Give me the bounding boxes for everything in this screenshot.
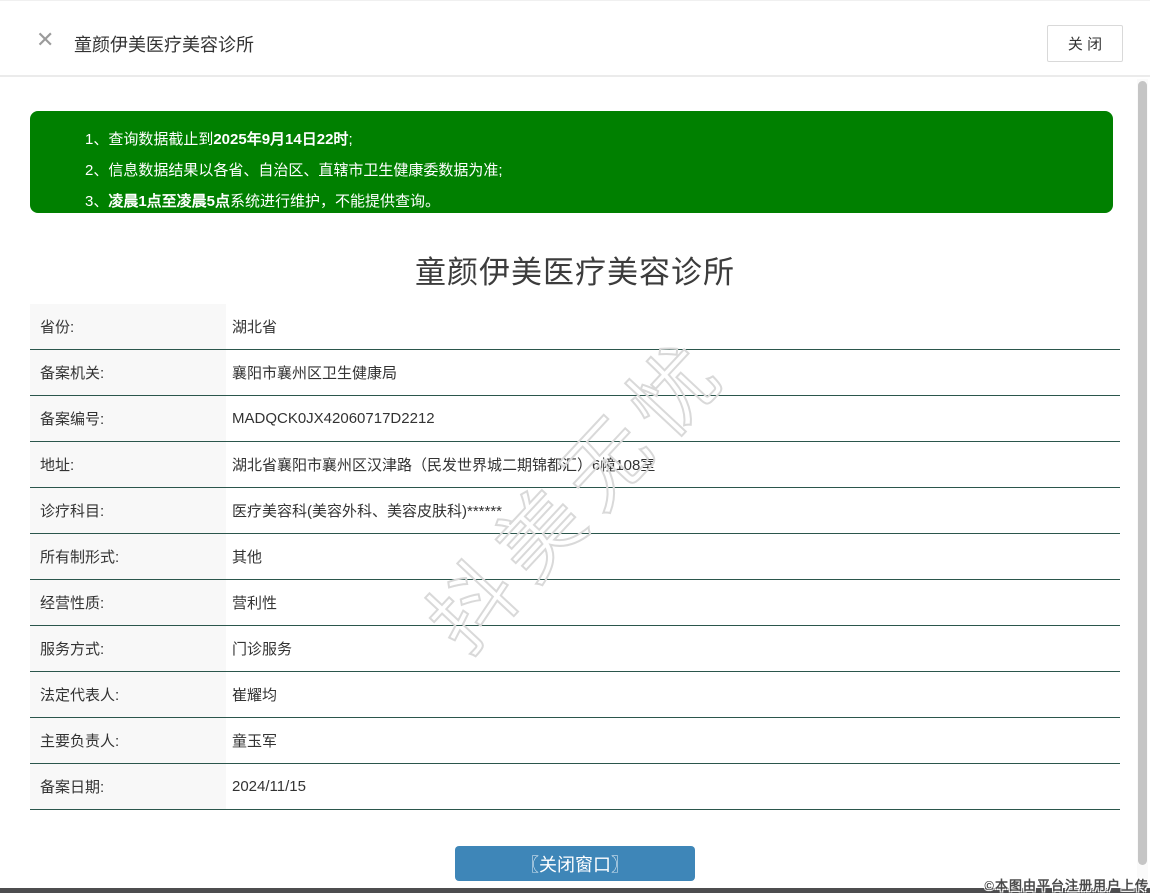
table-row: 省份: 湖北省 (30, 304, 1120, 350)
scrollbar-thumb[interactable] (1138, 81, 1147, 865)
row-label: 地址: (30, 442, 226, 487)
table-row: 备案编号: MADQCK0JX42060717D2212 (30, 396, 1120, 442)
page: ✕ 童颜伊美医疗美容诊所 关 闭 1、查询数据截止到2025年9月14日22时;… (0, 0, 1150, 895)
scrollbar[interactable] (1137, 79, 1148, 889)
table-row: 备案日期: 2024/11/15 (30, 764, 1120, 810)
row-value: 其他 (226, 534, 1120, 579)
table-row: 法定代表人: 崔耀均 (30, 672, 1120, 718)
row-value: 湖北省 (226, 304, 1120, 349)
table-row: 诊疗科目: 医疗美容科(美容外科、美容皮肤科)****** (30, 488, 1120, 534)
header-title: 童颜伊美医疗美容诊所 (74, 31, 254, 57)
page-title: 童颜伊美医疗美容诊所 (0, 247, 1150, 292)
row-value: 医疗美容科(美容外科、美容皮肤科)****** (226, 488, 1120, 533)
row-label: 经营性质: (30, 580, 226, 625)
notice-bold: 2025年9月14日22时 (213, 131, 348, 148)
notice-box: 1、查询数据截止到2025年9月14日22时; 2、信息数据结果以各省、自治区、… (30, 111, 1113, 213)
table-row: 经营性质: 营利性 (30, 580, 1120, 626)
close-icon[interactable]: ✕ (36, 29, 54, 51)
row-value: 童玉军 (226, 718, 1120, 763)
row-value: 2024/11/15 (226, 764, 1120, 809)
close-window-button[interactable]: 〖关闭窗口〗 (455, 846, 695, 881)
table-row: 主要负责人: 童玉军 (30, 718, 1120, 764)
notice-line: 1、查询数据截止到2025年9月14日22时; (85, 124, 1093, 155)
notice-line: 2、信息数据结果以各省、自治区、直辖市卫生健康委数据为准; (85, 155, 1093, 186)
copyright-watermark: ©本图由平台注册用户上传 (984, 875, 1149, 894)
table-row: 服务方式: 门诊服务 (30, 626, 1120, 672)
header: ✕ 童颜伊美医疗美容诊所 关 闭 (0, 1, 1150, 77)
row-label: 备案机关: (30, 350, 226, 395)
row-label: 服务方式: (30, 626, 226, 671)
row-label: 所有制形式: (30, 534, 226, 579)
table-row: 所有制形式: 其他 (30, 534, 1120, 580)
row-value: 营利性 (226, 580, 1120, 625)
notice-text: 3、 (85, 193, 108, 210)
notice-text: ; (348, 131, 352, 148)
table-row: 备案机关: 襄阳市襄州区卫生健康局 (30, 350, 1120, 396)
row-value: 襄阳市襄州区卫生健康局 (226, 350, 1120, 395)
row-label: 法定代表人: (30, 672, 226, 717)
row-label: 主要负责人: (30, 718, 226, 763)
row-label: 省份: (30, 304, 226, 349)
notice-text: 2、信息数据结果以各省、自治区、直辖市卫生健康委数据为准; (85, 162, 503, 179)
row-value: 门诊服务 (226, 626, 1120, 671)
row-label: 备案编号: (30, 396, 226, 441)
notice-line: 3、凌晨1点至凌晨5点系统进行维护，不能提供查询。 (85, 186, 1093, 217)
row-value: 湖北省襄阳市襄州区汉津路（民发世界城二期锦都汇）6幢108室 (226, 442, 1120, 487)
notice-bold: 凌晨1点至凌晨5点 (108, 193, 230, 210)
notice-text: 系统进行维护，不能提供查询。 (230, 193, 440, 210)
close-button[interactable]: 关 闭 (1047, 25, 1123, 62)
notice-text: 1、查询数据截止到 (85, 131, 213, 148)
table-row: 地址: 湖北省襄阳市襄州区汉津路（民发世界城二期锦都汇）6幢108室 (30, 442, 1120, 488)
row-label: 备案日期: (30, 764, 226, 809)
row-value: 崔耀均 (226, 672, 1120, 717)
bottom-edge (0, 888, 1150, 893)
row-label: 诊疗科目: (30, 488, 226, 533)
detail-table: 省份: 湖北省 备案机关: 襄阳市襄州区卫生健康局 备案编号: MADQCK0J… (30, 304, 1120, 810)
row-value: MADQCK0JX42060717D2212 (226, 396, 1120, 441)
